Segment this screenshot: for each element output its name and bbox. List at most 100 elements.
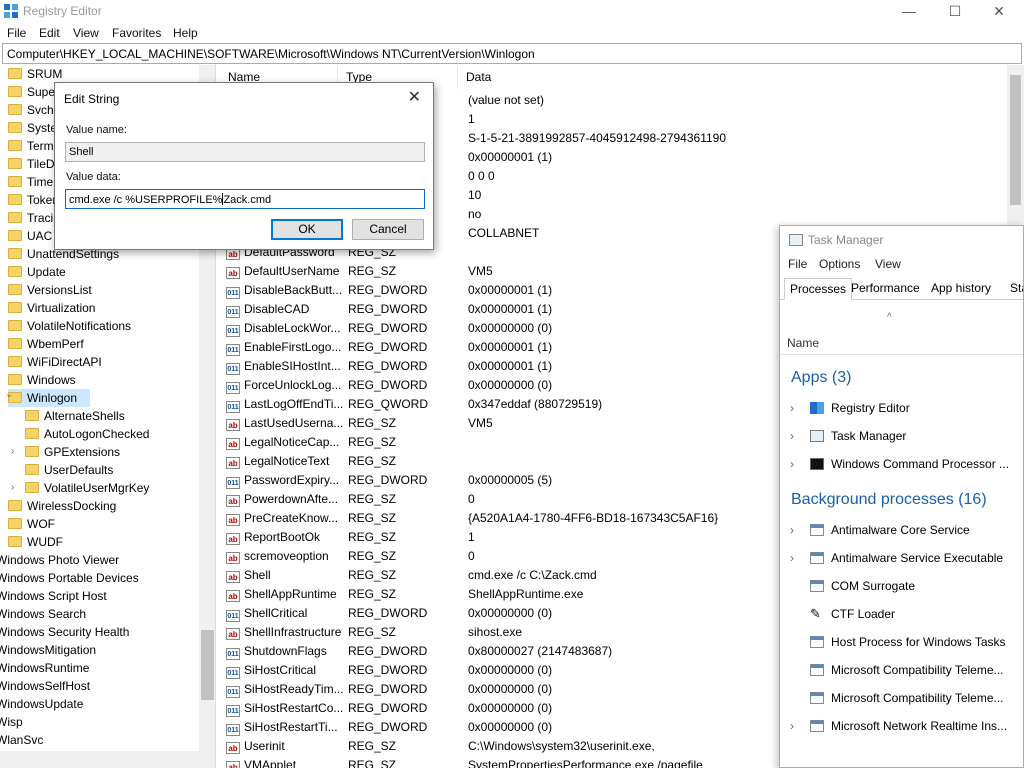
tree-item[interactable]: Windows Script Host xyxy=(0,587,107,605)
tree-item[interactable]: VolatileNotifications xyxy=(8,317,131,335)
expand-chevron-icon[interactable]: › xyxy=(790,424,794,448)
process-row[interactable]: › Microsoft Network Realtime Ins... xyxy=(780,714,1023,738)
tree-item[interactable]: Windows Security Health xyxy=(0,623,129,641)
tree-item[interactable]: WbemPerf xyxy=(8,335,84,353)
tree-item[interactable]: AutoLogonChecked xyxy=(25,425,149,443)
tree-item[interactable]: Toker xyxy=(8,191,56,209)
process-row[interactable]: › Antimalware Service Executable xyxy=(780,546,1023,570)
tm-menu-view[interactable]: View xyxy=(875,257,901,271)
tree-item-label: WindowsSelfHost xyxy=(0,679,91,693)
process-row[interactable]: › Task Manager xyxy=(780,424,1023,448)
tree-item-label: UserDefaults xyxy=(44,463,114,477)
tree-item[interactable]: VersionsList xyxy=(8,281,92,299)
tree-item[interactable]: WiFiDirectAPI xyxy=(8,353,102,371)
expand-chevron-icon[interactable]: › xyxy=(790,396,794,420)
process-row[interactable]: Microsoft Compatibility Teleme... xyxy=(780,686,1023,710)
tree-item[interactable]: Update xyxy=(8,263,66,281)
tree-item-label: WindowsRuntime xyxy=(0,661,90,675)
minimize-button[interactable]: — xyxy=(886,0,932,23)
expand-chevron-icon[interactable]: › xyxy=(11,479,14,497)
tree-item[interactable]: Svcho xyxy=(8,101,60,119)
cancel-button[interactable]: Cancel xyxy=(352,219,424,240)
expand-chevron-icon[interactable]: › xyxy=(790,546,794,570)
binary-value-icon: 011 xyxy=(226,382,240,394)
menu-edit[interactable]: Edit xyxy=(39,26,60,40)
string-value-icon: ab xyxy=(226,495,240,507)
tm-menu-file[interactable]: File xyxy=(788,257,807,271)
tab-startup[interactable]: Star xyxy=(1005,278,1023,300)
menu-file[interactable]: File xyxy=(7,26,26,40)
process-row[interactable]: Microsoft Compatibility Teleme... xyxy=(780,658,1023,682)
ok-button[interactable]: OK xyxy=(271,219,343,240)
tree-item[interactable]: Syste xyxy=(8,119,57,137)
tree-scroll-thumb[interactable] xyxy=(201,630,214,700)
collapse-chevron-icon[interactable]: ⌄ xyxy=(5,389,13,400)
taskmanager-icon xyxy=(810,430,824,442)
value-type-cell: REG_DWORD xyxy=(348,644,428,658)
process-row[interactable]: COM Surrogate xyxy=(780,574,1023,598)
list-scroll-thumb[interactable] xyxy=(1010,75,1021,205)
tree-item[interactable]: WirelessDocking xyxy=(8,497,116,515)
value-name-text: LastUsedUserna... xyxy=(244,416,344,430)
process-row[interactable]: › Windows Command Processor ... xyxy=(780,452,1023,476)
dialog-close-icon[interactable]: ✕ xyxy=(408,87,421,107)
folder-icon xyxy=(8,176,22,187)
column-header-data[interactable]: Data xyxy=(458,65,1018,89)
process-row[interactable]: › Registry Editor xyxy=(780,396,1023,420)
tab-app-history[interactable]: App history xyxy=(926,278,996,300)
tree-horizontal-scrollbar[interactable] xyxy=(0,751,215,768)
tree-item[interactable]: WindowsUpdate xyxy=(0,695,83,713)
tab-performance[interactable]: Performance xyxy=(846,278,925,300)
close-button[interactable]: ✕ xyxy=(976,0,1022,23)
tree-item-label: Windows Photo Viewer xyxy=(0,553,120,567)
process-row[interactable]: › Antimalware Core Service xyxy=(780,518,1023,542)
expand-chevron-icon[interactable]: › xyxy=(790,518,794,542)
tree-item[interactable]: UAC xyxy=(8,227,52,245)
folder-icon xyxy=(8,302,22,313)
maximize-button[interactable]: ☐ xyxy=(932,0,978,23)
tm-column-name[interactable]: Name xyxy=(787,336,819,350)
value-name-cell: 011 EnableFirstLogo... xyxy=(226,338,344,357)
tree-item[interactable]: WlanSvc xyxy=(0,731,43,749)
tree-item[interactable]: Windows Search xyxy=(0,605,86,623)
value-type-cell: REG_DWORD xyxy=(348,720,428,734)
tree-item[interactable]: Windows Portable Devices xyxy=(0,569,139,587)
tree-item[interactable]: Windows xyxy=(8,371,76,389)
process-row[interactable]: ✎ CTF Loader xyxy=(780,602,1023,626)
tree-item[interactable]: › VolatileUserMgrKey xyxy=(11,479,149,497)
tree-item[interactable]: WindowsSelfHost xyxy=(0,677,90,695)
menu-favorites[interactable]: Favorites xyxy=(112,26,161,40)
tree-item[interactable]: SRUM xyxy=(8,65,62,83)
tree-item[interactable]: WUDF xyxy=(8,533,63,551)
tree-item[interactable]: Wisp xyxy=(0,713,23,731)
expand-chevron-icon[interactable]: › xyxy=(790,452,794,476)
tree-item[interactable]: Virtualization xyxy=(8,299,95,317)
sort-arrow-icon[interactable]: ^ xyxy=(887,312,892,323)
tree-item[interactable]: Windows Photo Viewer xyxy=(0,551,119,569)
address-bar[interactable]: Computer\HKEY_LOCAL_MACHINE\SOFTWARE\Mic… xyxy=(2,43,1022,64)
tree-item[interactable]: UserDefaults xyxy=(25,461,113,479)
tree-item[interactable]: WindowsRuntime xyxy=(0,659,89,677)
tm-menu-options[interactable]: Options xyxy=(819,257,860,271)
tree-item[interactable]: Winlogon xyxy=(8,389,90,407)
tree-item[interactable]: WOF xyxy=(8,515,55,533)
tree-item[interactable]: Tracin xyxy=(8,209,60,227)
tree-item[interactable]: Time xyxy=(8,173,53,191)
list-vertical-scrollbar[interactable] xyxy=(1007,65,1024,225)
value-name-cell: 011 SiHostRestartCo... xyxy=(226,699,344,718)
tree-item[interactable]: WindowsMitigation xyxy=(0,641,96,659)
tree-item[interactable]: TileD xyxy=(8,155,55,173)
tree-item[interactable]: Termi xyxy=(8,137,56,155)
expand-chevron-icon[interactable]: › xyxy=(790,714,794,738)
menu-view[interactable]: View xyxy=(73,26,99,40)
process-row[interactable]: Host Process for Windows Tasks xyxy=(780,630,1023,654)
value-type-cell: REG_DWORD xyxy=(348,359,428,373)
tree-item[interactable]: AlternateShells xyxy=(25,407,125,425)
value-name-text: PreCreateKnow... xyxy=(244,511,339,525)
tree-item[interactable]: Supe xyxy=(8,83,55,101)
menu-help[interactable]: Help xyxy=(173,26,198,40)
tab-processes[interactable]: Processes xyxy=(784,278,853,300)
tree-item[interactable]: › GPExtensions xyxy=(11,443,120,461)
expand-chevron-icon[interactable]: › xyxy=(11,443,14,461)
value-data-input[interactable]: cmd.exe /c %USERPROFILE%Zack.cmd xyxy=(65,189,425,209)
